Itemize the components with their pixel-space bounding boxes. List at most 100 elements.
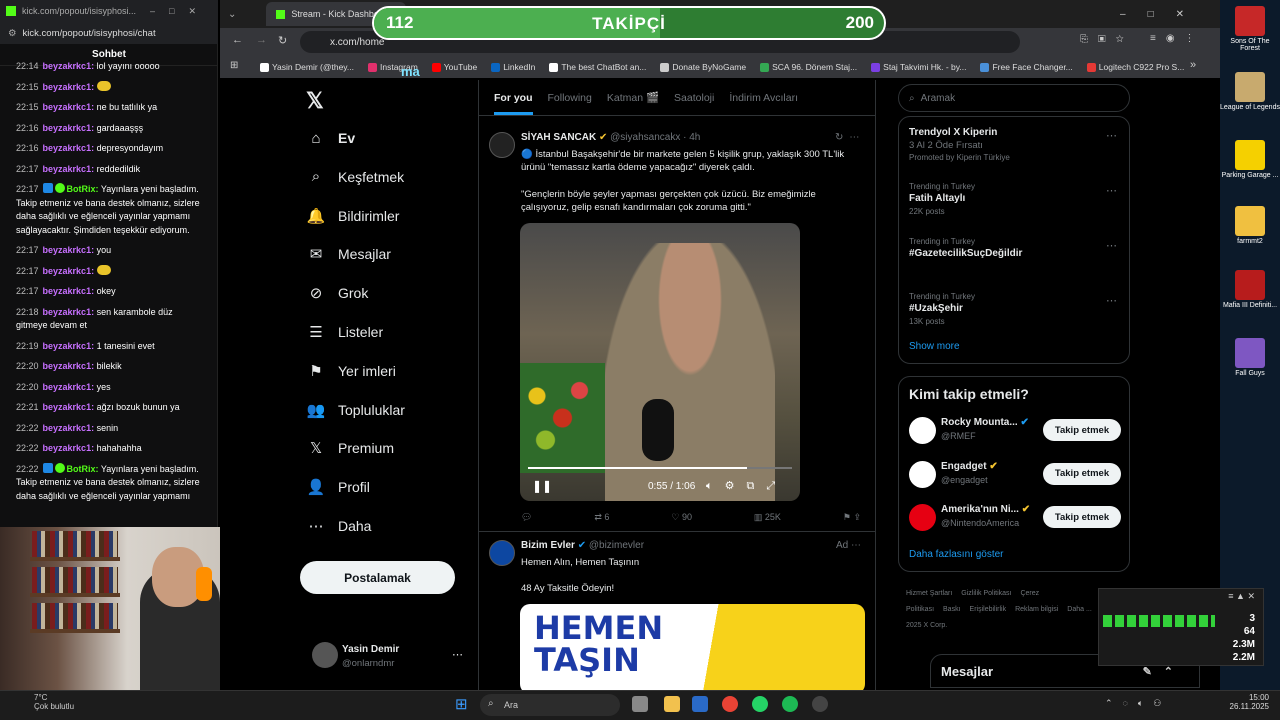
tweet-handle[interactable]: @siyahsancakx · 4h <box>610 132 700 143</box>
chat-url[interactable]: ⚙ kick.com/popout/isisyphosi/chat <box>0 22 218 44</box>
messages-drawer-icons[interactable]: ✎⌃ <box>1143 665 1185 678</box>
nav-x-premium[interactable]: 𝕏 Premium <box>306 438 394 458</box>
weather-widget[interactable]: 7°C Çok bulutlu <box>34 693 74 711</box>
nav-list[interactable]: ☰ Listeler <box>306 322 383 342</box>
chat-message[interactable]: 22:14 beyzakrkc1: lol yayını ooooo <box>16 60 206 74</box>
desktop-icon[interactable]: Fall Guys <box>1220 338 1280 377</box>
chat-messages[interactable]: 22:14 beyzakrkc1: lol yayını ooooo 22:15 be… <box>0 60 214 530</box>
taskbar-search[interactable]: ⌕ Ara <box>480 694 620 716</box>
views-button[interactable]: ▥ 25K <box>754 512 781 523</box>
chat-message[interactable]: 22:17 beyzakrkc1: you <box>16 244 206 258</box>
bookmark-item[interactable]: YouTube <box>431 62 477 72</box>
trend-item[interactable]: Trending in Turkey #UzakŞehir 13K posts <box>909 292 975 326</box>
chat-message[interactable]: 22:22 beyzakrkc1: senin <box>16 422 206 436</box>
chat-username[interactable]: beyzakrkc1: <box>43 382 95 392</box>
window-controls[interactable]: –□✕ <box>1120 9 1206 20</box>
account-switcher[interactable]: Yasin Demir @onlarndmr ⋯ <box>312 640 472 674</box>
footer-link[interactable]: Gizlilik Politikası <box>961 590 1011 597</box>
store-icon[interactable] <box>692 696 708 712</box>
chat-message[interactable]: 22:16 beyzakrkc1: depresyondayım <box>16 142 206 156</box>
timeline-tab[interactable]: Following <box>548 92 592 104</box>
like-button[interactable]: ♡ 90 <box>671 512 692 523</box>
retweet-button[interactable]: ⇄ 6 <box>594 512 609 523</box>
bookmark-share-icons[interactable]: ⚑ ⇪ <box>843 512 861 523</box>
bookmark-item[interactable]: Free Face Changer... <box>980 62 1073 72</box>
trend-more-icon[interactable]: ⋯ <box>1106 239 1117 252</box>
chrome-icon[interactable] <box>722 696 738 712</box>
tweet-more-icon[interactable]: ↻⋯ <box>835 132 865 143</box>
reload-icon[interactable]: ↻ <box>278 34 287 47</box>
more-bookmarks-icon[interactable]: » <box>1190 59 1196 71</box>
footer-link[interactable]: Daha ... <box>1067 606 1092 613</box>
chat-message[interactable]: 22:17 beyzakrkc1: reddedildik <box>16 163 206 177</box>
meter-controls-icon[interactable]: ≡ ▲ ✕ <box>1228 591 1255 602</box>
bookmark-item[interactable]: LinkedIn <box>491 62 535 72</box>
chat-username[interactable]: beyzakrkc1: <box>43 307 95 317</box>
trend-item[interactable]: Trendyol X Kiperin 3 Al 2 Öde Fırsatı Prom… <box>909 127 1010 162</box>
desktop-icon[interactable]: Sons Of The Forest <box>1220 6 1280 52</box>
extensions-icon[interactable]: ≡◉⋮ <box>1150 33 1205 44</box>
chat-username[interactable]: beyzakrkc1: <box>43 82 95 92</box>
nav-bell[interactable]: 🔔 Bildirimler <box>306 206 400 226</box>
chat-message[interactable]: 22:20 beyzakrkc1: yes <box>16 381 206 395</box>
chat-username[interactable]: beyzakrkc1: <box>43 286 95 296</box>
start-icon[interactable]: ⊞ <box>455 695 468 713</box>
tweet-video[interactable]: ❚❚ 0:55 / 1:06 🔈︎⚙⧉⤢ <box>520 223 800 501</box>
chat-message[interactable]: 22:15 beyzakrkc1: ne bu tatlılık ya <box>16 101 206 115</box>
timeline-tab[interactable]: For you <box>494 92 533 115</box>
spotify-icon[interactable] <box>782 696 798 712</box>
chat-username[interactable]: beyzakrkc1: <box>43 402 95 412</box>
chat-username[interactable]: beyzakrkc1: <box>43 266 95 276</box>
trend-more-icon[interactable]: ⋯ <box>1106 294 1117 307</box>
timeline-tab[interactable]: Katman 🎬 <box>607 91 659 104</box>
chat-username[interactable]: beyzakrkc1: <box>43 123 95 133</box>
x-logo-icon[interactable]: 𝕏 <box>306 88 324 114</box>
ad-handle[interactable]: @bizimevler <box>589 540 644 551</box>
site-settings-icon[interactable]: ⚙ <box>8 28 17 39</box>
chat-username[interactable]: beyzakrkc1: <box>43 361 95 371</box>
trend-more-icon[interactable]: ⋯ <box>1106 184 1117 197</box>
show-more-link[interactable]: Show more <box>909 341 960 352</box>
whatsapp-icon[interactable] <box>752 696 768 712</box>
bookmark-item[interactable]: Donate ByNoGame <box>660 62 746 72</box>
tweet-author-name[interactable]: SİYAH SANCAK <box>521 132 596 143</box>
ad-banner[interactable]: HEMEN TAŞIN <box>520 604 865 694</box>
footer-link[interactable]: Erişilebilirlik <box>970 606 1007 613</box>
chat-username[interactable]: beyzakrkc1: <box>43 143 95 153</box>
video-controls-icons[interactable]: 🔈︎⚙⧉⤢ <box>706 479 787 493</box>
system-tray-icons[interactable]: ⌃◌🔈︎⚇ <box>1105 698 1171 709</box>
nav-search[interactable]: ⌕ Keşfetmek <box>306 167 404 187</box>
bookmark-item[interactable]: SCA 96. Dönem Staj... <box>760 62 857 72</box>
desktop-icon[interactable]: League of Legends <box>1220 72 1280 111</box>
who-name[interactable]: Engadget <box>941 461 987 472</box>
timeline-tab[interactable]: Saatoloji <box>674 92 714 104</box>
apps-icon[interactable]: ⊞ <box>230 60 238 71</box>
trend-item[interactable]: Trending in Turkey #GazetecilikSuçDeğildi… <box>909 237 1022 262</box>
chat-message[interactable]: 22:21 beyzakrkc1: ağzı bozuk bunun ya <box>16 401 206 415</box>
nav-communities[interactable]: 👥 Topluluklar <box>306 400 405 420</box>
trend-item[interactable]: Trending in Turkey Fatih Altaylı 22K posts <box>909 182 975 216</box>
chat-username[interactable]: beyzakrkc1: <box>43 61 95 71</box>
bookmark-item[interactable]: Yasin Demir (@they... <box>260 62 354 72</box>
nav-home[interactable]: ⌂ Ev <box>306 128 355 148</box>
who-to-follow-item[interactable]: Engadget ✔ @engadget Takip etmek <box>909 460 1121 493</box>
show-more-link[interactable]: Daha fazlasını göster <box>909 549 1004 560</box>
chat-username[interactable]: beyzakrkc1: <box>43 102 95 112</box>
chat-username[interactable]: beyzakrkc1: <box>43 341 95 351</box>
chat-message[interactable]: 22:19 beyzakrkc1: 1 tanesini evet <box>16 340 206 354</box>
follow-button[interactable]: Takip etmek <box>1043 462 1121 485</box>
video-progress[interactable] <box>528 467 792 469</box>
avatar[interactable] <box>909 417 936 444</box>
toolbar-icons[interactable]: ⎘▣☆ <box>1080 34 1134 45</box>
follow-button[interactable]: Takip etmek <box>1043 506 1121 528</box>
desktop-icon[interactable]: Mafia III Definiti... <box>1220 270 1280 309</box>
obs-icon[interactable] <box>812 696 828 712</box>
chat-username[interactable]: beyzakrkc1: <box>43 245 95 255</box>
reply-icon[interactable]: 💬︎ <box>521 512 532 523</box>
chat-message[interactable]: 22:15 beyzakrkc1: <box>16 80 206 95</box>
nav-profile[interactable]: 👤 Profil <box>306 477 370 497</box>
who-name[interactable]: Rocky Mounta... <box>941 417 1018 428</box>
tab-list-icon[interactable]: ⌄ <box>228 9 236 20</box>
nav-grok[interactable]: ⊘ Grok <box>306 283 369 303</box>
back-icon[interactable]: ← <box>232 34 243 46</box>
